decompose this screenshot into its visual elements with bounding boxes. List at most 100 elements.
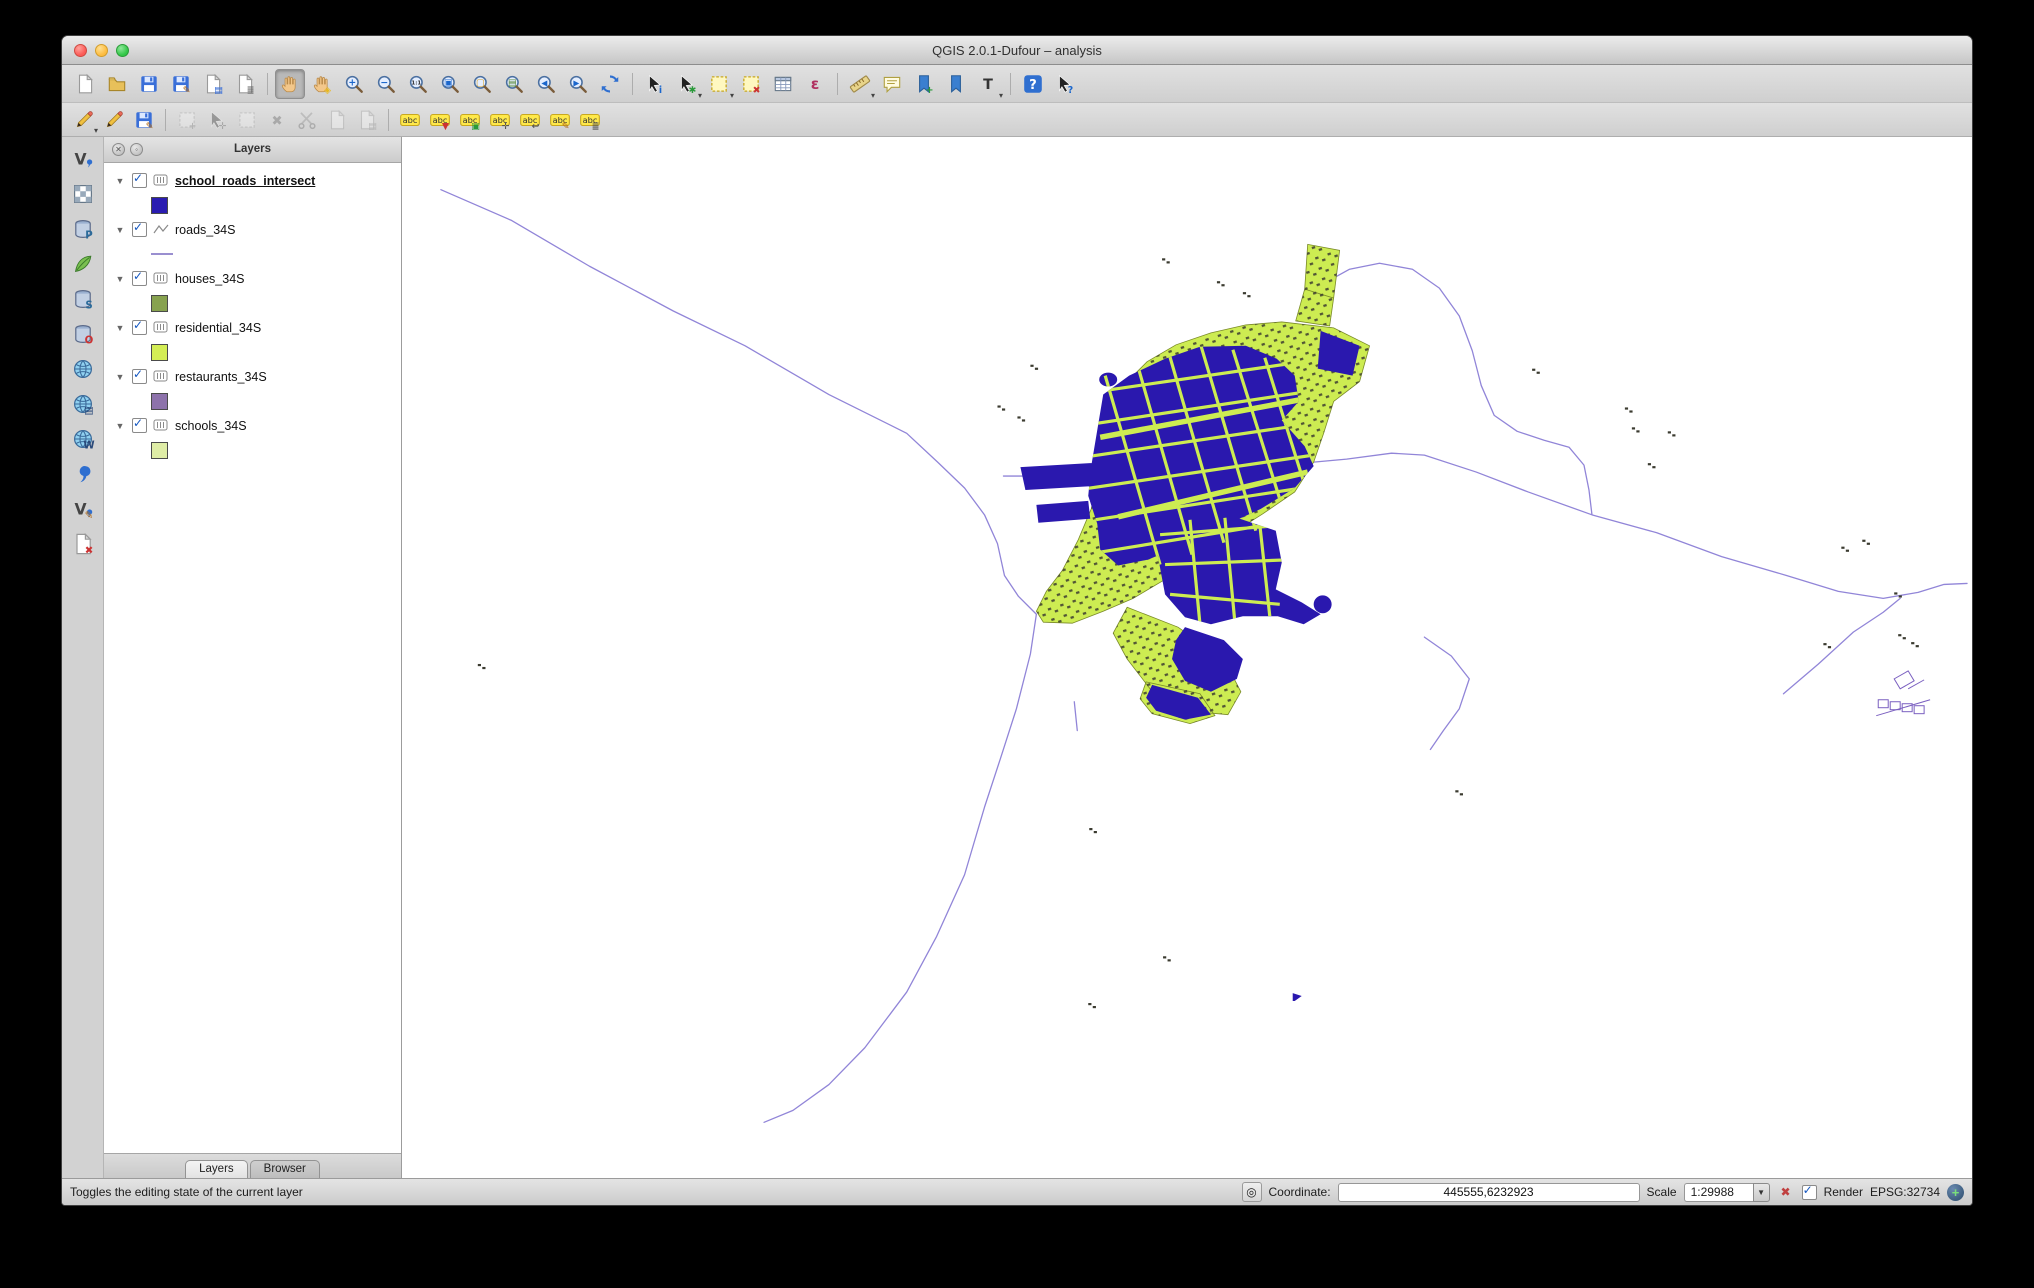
zoom-last-icon[interactable]: ◀ (531, 69, 561, 99)
add-postgis-layer-icon[interactable]: P (67, 213, 99, 245)
scale-dropdown-icon[interactable]: ▼ (1753, 1183, 1770, 1202)
add-wms-layer-icon[interactable] (67, 353, 99, 385)
select-features-icon[interactable]: ▾ (704, 69, 734, 99)
crs-status[interactable]: EPSG:32734 (1870, 1185, 1940, 1199)
expand-triangle-icon[interactable]: ▼ (114, 225, 126, 235)
zoom-button[interactable] (116, 44, 129, 57)
layer-checkbox[interactable]: ✓ (132, 173, 147, 188)
layer-checkbox[interactable]: ✓ (132, 271, 147, 286)
label-properties-icon[interactable]: ≣ (576, 106, 604, 134)
new-print-composer-icon[interactable]: ▤ (198, 69, 228, 99)
layer-swatch[interactable] (151, 295, 168, 312)
layer-name[interactable]: schools_34S (175, 419, 247, 433)
map-canvas[interactable] (402, 137, 1972, 1178)
labeling-options-icon[interactable] (396, 106, 424, 134)
layer-name[interactable]: roads_34S (175, 223, 235, 237)
save-layer-edits-icon[interactable]: ✎ (130, 106, 158, 134)
layer-checkbox[interactable]: ✓ (132, 418, 147, 433)
layer-item: ▼ ✓ roads_34S (104, 217, 401, 266)
zoom-to-layer-icon[interactable]: ▤ (499, 69, 529, 99)
minimize-button[interactable] (95, 44, 108, 57)
change-label-icon[interactable]: ✎ (546, 106, 574, 134)
expand-triangle-icon[interactable]: ▼ (114, 176, 126, 186)
svg-text:✖: ✖ (271, 113, 282, 128)
layer-swatch[interactable] (151, 344, 168, 361)
stop-rendering-icon[interactable]: ✖ (1777, 1183, 1795, 1201)
current-edits-icon[interactable]: ▾ (70, 106, 98, 134)
render-checkbox[interactable]: ✓ (1802, 1185, 1817, 1200)
layer-name[interactable]: residential_34S (175, 321, 261, 335)
show-bookmarks-icon[interactable] (941, 69, 971, 99)
whats-this-icon[interactable]: ? (1050, 69, 1080, 99)
zoom-full-icon[interactable]: ▣ (435, 69, 465, 99)
layer-swatch[interactable] (151, 253, 173, 255)
pan-to-selection-icon[interactable]: ◈ (307, 69, 337, 99)
measure-icon[interactable]: ▾ (845, 69, 875, 99)
new-shapefile-layer-icon[interactable]: ✎ (67, 493, 99, 525)
layer-name[interactable]: houses_34S (175, 272, 245, 286)
close-button[interactable] (74, 44, 87, 57)
toggle-editing-icon[interactable] (100, 106, 128, 134)
coordinate-input[interactable] (1338, 1183, 1640, 1202)
add-spatialite-layer-icon[interactable] (67, 248, 99, 280)
toolbar-separator (632, 73, 633, 95)
expand-triangle-icon[interactable]: ▼ (114, 421, 126, 431)
panel-close-icon[interactable]: ✕ (112, 143, 125, 156)
layer-checkbox[interactable]: ✓ (132, 320, 147, 335)
layer-checkbox[interactable]: ✓ (132, 222, 147, 237)
remove-layer-icon[interactable]: ✖ (67, 528, 99, 560)
log-messages-icon[interactable]: + (1947, 1184, 1964, 1201)
zoom-out-icon[interactable]: − (371, 69, 401, 99)
project-save-as-icon[interactable]: ✎ (166, 69, 196, 99)
coordinate-label: Coordinate: (1269, 1185, 1331, 1199)
add-wfs-layer-icon[interactable]: W (67, 423, 99, 455)
project-open-icon[interactable] (102, 69, 132, 99)
panel-detach-icon[interactable]: ◦ (130, 143, 143, 156)
add-oracle-layer-icon[interactable]: O (67, 318, 99, 350)
add-raster-layer-icon[interactable] (67, 178, 99, 210)
project-new-icon[interactable] (70, 69, 100, 99)
layer-name[interactable]: school_roads_intersect (175, 174, 315, 188)
layer-swatch[interactable] (151, 197, 168, 214)
run-feature-action-icon[interactable]: ✱▾ (672, 69, 702, 99)
layer-swatch[interactable] (151, 393, 168, 410)
tab-browser[interactable]: Browser (250, 1160, 320, 1178)
zoom-in-icon[interactable]: + (339, 69, 369, 99)
svg-text:O: O (84, 336, 93, 346)
add-mssql-layer-icon[interactable]: S (67, 283, 99, 315)
tab-layers[interactable]: Layers (185, 1160, 248, 1178)
help-contents-icon[interactable]: ? (1018, 69, 1048, 99)
svg-text:▤: ▤ (214, 84, 223, 94)
add-vector-layer-icon[interactable] (67, 143, 99, 175)
pan-map-icon[interactable] (275, 69, 305, 99)
deselect-features-icon[interactable]: ✖ (736, 69, 766, 99)
rotate-label-icon[interactable]: ↩ (516, 106, 544, 134)
map-refresh-icon[interactable] (595, 69, 625, 99)
zoom-to-selection-icon[interactable]: ▢ (467, 69, 497, 99)
add-wcs-layer-icon[interactable]: ▤ (67, 388, 99, 420)
add-delimited-text-layer-icon[interactable] (67, 458, 99, 490)
open-attribute-table-icon[interactable] (768, 69, 798, 99)
expand-triangle-icon[interactable]: ▼ (114, 323, 126, 333)
layer-swatch[interactable] (151, 442, 168, 459)
expand-triangle-icon[interactable]: ▼ (114, 274, 126, 284)
field-calculator-icon[interactable]: ε (800, 69, 830, 99)
zoom-native-icon[interactable]: 1:1 (403, 69, 433, 99)
new-bookmark-icon[interactable]: + (909, 69, 939, 99)
composer-manager-icon[interactable]: ≣ (230, 69, 260, 99)
coordinate-display-toggle-icon[interactable]: ◎ (1242, 1182, 1262, 1202)
map-tips-icon[interactable] (877, 69, 907, 99)
move-label-icon[interactable]: ✛ (486, 106, 514, 134)
expand-triangle-icon[interactable]: ▼ (114, 372, 126, 382)
svg-text:+: + (926, 84, 934, 94)
layer-checkbox[interactable]: ✓ (132, 369, 147, 384)
layer-name[interactable]: restaurants_34S (175, 370, 267, 384)
project-save-icon[interactable] (134, 69, 164, 99)
highlight-pinned-labels-icon[interactable]: ▣ (456, 106, 484, 134)
zoom-next-icon[interactable]: ▶ (563, 69, 593, 99)
text-annotation-icon[interactable]: T▾ (973, 69, 1003, 99)
identify-features-icon[interactable]: i (640, 69, 670, 99)
scale-value[interactable]: 1:29988 (1684, 1183, 1753, 1202)
scale-combo[interactable]: 1:29988 ▼ (1684, 1183, 1770, 1202)
pin-labels-icon[interactable]: ▼ (426, 106, 454, 134)
